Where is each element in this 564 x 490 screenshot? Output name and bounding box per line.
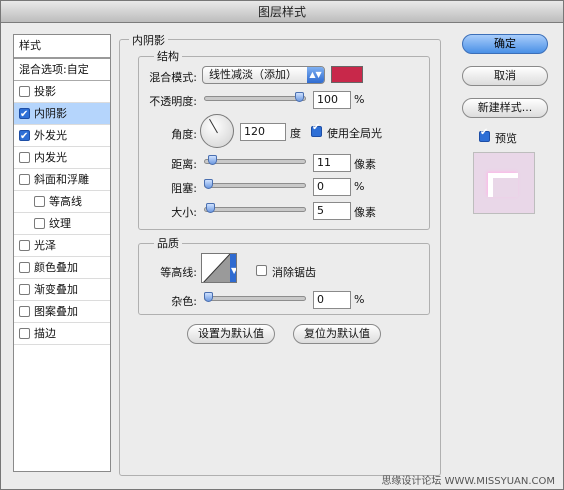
noise-input[interactable]: 0 xyxy=(313,291,351,309)
style-item-inner-glow[interactable]: 内发光 xyxy=(14,147,110,169)
size-unit: 像素 xyxy=(354,206,376,219)
distance-label: 距离: xyxy=(171,158,197,171)
style-item-gradient-overlay[interactable]: 渐变叠加 xyxy=(14,279,110,301)
inner-glow-checkbox[interactable] xyxy=(19,152,30,163)
global-light-checkbox[interactable] xyxy=(311,122,322,137)
window-title: 图层样式 xyxy=(1,1,563,23)
satin-checkbox[interactable] xyxy=(19,240,30,251)
noise-label: 杂色: xyxy=(171,295,197,308)
noise-slider-thumb[interactable] xyxy=(204,292,213,302)
outer-glow-checkbox[interactable] xyxy=(19,126,30,148)
style-item-label: 斜面和浮雕 xyxy=(34,173,89,186)
angle-needle xyxy=(209,118,218,134)
preview-label: 预览 xyxy=(495,132,517,145)
angle-unit: 度 xyxy=(290,127,301,140)
bevel-emboss-checkbox[interactable] xyxy=(19,174,30,185)
distance-slider[interactable] xyxy=(204,155,306,165)
blending-options-item[interactable]: 混合选项:自定 xyxy=(14,59,110,81)
blend-mode-label: 混合模式: xyxy=(149,71,197,84)
style-item-drop-shadow[interactable]: 投影 xyxy=(14,81,110,103)
choke-input[interactable]: 0 xyxy=(313,178,351,196)
style-item-label: 渐变叠加 xyxy=(34,283,78,296)
styles-header[interactable]: 样式 xyxy=(14,35,110,59)
style-item-bevel-emboss[interactable]: 斜面和浮雕 xyxy=(14,169,110,191)
style-item-label: 光泽 xyxy=(34,239,56,252)
updown-arrows-icon: ▲▼ xyxy=(307,67,324,83)
style-item-pattern-overlay[interactable]: 图案叠加 xyxy=(14,301,110,323)
svg-text:▼: ▼ xyxy=(231,266,237,275)
anti-alias-label: 消除锯齿 xyxy=(272,266,316,279)
distance-unit: 像素 xyxy=(354,158,376,171)
preview-checkbox[interactable] xyxy=(479,127,490,142)
size-slider-thumb[interactable] xyxy=(205,203,215,213)
reset-default-button[interactable]: 复位为默认值 xyxy=(293,324,381,344)
style-item-label: 内阴影 xyxy=(34,107,67,120)
cancel-button[interactable]: 取消 xyxy=(462,66,548,86)
style-item-inner-shadow[interactable]: 内阴影 xyxy=(14,103,110,126)
style-item-outer-glow[interactable]: 外发光 xyxy=(14,125,110,148)
make-default-button[interactable]: 设置为默认值 xyxy=(187,324,275,344)
style-item-label: 纹理 xyxy=(49,217,71,230)
blend-mode-value: 线性减淡（添加） xyxy=(209,68,297,81)
size-input[interactable]: 5 xyxy=(313,202,351,220)
style-item-label: 描边 xyxy=(34,327,56,340)
distance-input[interactable]: 11 xyxy=(313,154,351,172)
anti-alias-checkbox[interactable] xyxy=(256,265,267,276)
style-item-satin[interactable]: 光泽 xyxy=(14,235,110,257)
styles-list: 样式 混合选项:自定 投影 内阴影 外发光 内发光 斜面和浮雕 等高线 纹理 xyxy=(13,34,111,472)
blend-mode-select[interactable]: 线性减淡（添加） ▲▼ xyxy=(202,66,325,84)
choke-slider-thumb[interactable] xyxy=(204,179,213,189)
watermark-text: 思缘设计论坛 WWW.MISSYUAN.COM xyxy=(381,476,555,487)
style-item-label: 图案叠加 xyxy=(34,305,78,318)
opacity-slider[interactable] xyxy=(204,92,306,102)
contour-picker[interactable]: ▼ xyxy=(201,253,237,283)
style-item-label: 外发光 xyxy=(34,129,67,142)
style-item-label: 颜色叠加 xyxy=(34,261,78,274)
noise-slider[interactable] xyxy=(204,292,306,302)
quality-title: 品质 xyxy=(154,235,182,251)
contour-curve-icon: ▼ xyxy=(203,254,237,282)
angle-dial[interactable] xyxy=(200,114,234,148)
contour-checkbox[interactable] xyxy=(34,196,45,207)
shadow-color-swatch[interactable] xyxy=(331,66,363,83)
style-item-label: 投影 xyxy=(34,85,56,98)
global-light-label: 使用全局光 xyxy=(327,127,382,140)
choke-label: 阻塞: xyxy=(171,182,197,195)
preview-shape xyxy=(488,173,518,197)
opacity-label: 不透明度: xyxy=(149,95,197,108)
new-style-button[interactable]: 新建样式... xyxy=(462,98,548,118)
style-item-contour[interactable]: 等高线 xyxy=(14,191,110,213)
angle-label: 角度: xyxy=(171,128,197,141)
angle-input[interactable]: 120 xyxy=(240,123,286,141)
opacity-input[interactable]: 100 xyxy=(313,91,351,109)
noise-unit: % xyxy=(354,293,365,306)
style-preview-thumbnail xyxy=(473,152,535,214)
structure-title: 结构 xyxy=(154,48,182,64)
distance-slider-thumb[interactable] xyxy=(208,155,218,165)
style-item-color-overlay[interactable]: 颜色叠加 xyxy=(14,257,110,279)
drop-shadow-checkbox[interactable] xyxy=(19,86,30,97)
opacity-unit: % xyxy=(354,93,365,106)
texture-checkbox[interactable] xyxy=(34,218,45,229)
gradient-overlay-checkbox[interactable] xyxy=(19,284,30,295)
contour-label: 等高线: xyxy=(160,266,197,279)
size-slider[interactable] xyxy=(204,203,306,213)
style-item-texture[interactable]: 纹理 xyxy=(14,213,110,235)
style-item-stroke[interactable]: 描边 xyxy=(14,323,110,345)
layer-style-dialog: 图层样式 样式 混合选项:自定 投影 内阴影 外发光 内发光 斜面和浮雕 等高线 xyxy=(0,0,564,490)
choke-slider[interactable] xyxy=(204,179,306,189)
choke-unit: % xyxy=(354,180,365,193)
stroke-checkbox[interactable] xyxy=(19,328,30,339)
style-item-label: 等高线 xyxy=(49,195,82,208)
pattern-overlay-checkbox[interactable] xyxy=(19,306,30,317)
inner-shadow-checkbox[interactable] xyxy=(19,104,30,126)
style-item-label: 内发光 xyxy=(34,151,67,164)
color-overlay-checkbox[interactable] xyxy=(19,262,30,273)
inner-shadow-title: 内阴影 xyxy=(129,32,168,48)
size-label: 大小: xyxy=(171,206,197,219)
opacity-slider-thumb[interactable] xyxy=(295,92,304,102)
ok-button[interactable]: 确定 xyxy=(462,34,548,54)
